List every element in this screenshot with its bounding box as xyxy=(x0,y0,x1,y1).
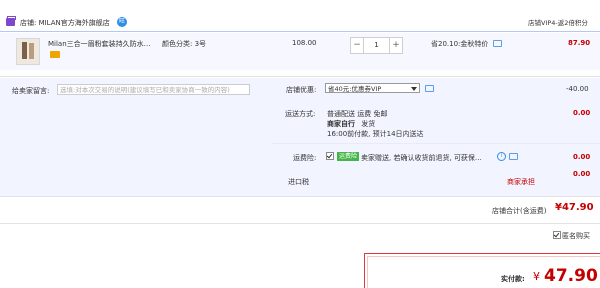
pay-currency: ¥ xyxy=(533,270,540,283)
quantity-input[interactable]: 1 xyxy=(364,38,389,53)
product-option: 颜色分类: 3号 xyxy=(162,40,207,48)
shipping-dispatch-rest: 发货 xyxy=(361,120,376,128)
pay-amount: 47.90 xyxy=(544,266,598,286)
chevron-down-icon xyxy=(411,87,417,91)
insurance-checkbox[interactable] xyxy=(326,152,334,160)
item-subtotal: 87.90 xyxy=(568,39,591,47)
shipping-label: 运送方式: xyxy=(285,110,316,118)
insurance-label: 运费险: xyxy=(293,154,317,162)
import-tax-label: 进口税 xyxy=(288,178,309,186)
discount-selected-value: 省40元:优惠券VIP xyxy=(328,85,382,93)
info-icon[interactable]: i xyxy=(497,152,506,161)
discount-label: 店铺优惠: xyxy=(286,86,317,94)
product-thumbnail[interactable] xyxy=(16,38,40,65)
store-total-amount: ¥47.90 xyxy=(555,202,594,213)
divider xyxy=(0,196,600,197)
insurance-description: 卖家赠送, 若确认收货前退货, 可获保… xyxy=(361,154,482,162)
seller-message-input[interactable]: 选填:对本次交易的说明(建议填写已和卖家协商一致的内容) xyxy=(57,84,250,95)
anonymous-checkbox[interactable] xyxy=(553,231,561,239)
insurance-tag: 运费险 xyxy=(337,152,360,161)
divider xyxy=(0,223,600,224)
insurance-amount: 0.00 xyxy=(573,153,591,161)
shipping-method: 普通配送 运费 免邮 xyxy=(327,110,388,118)
quantity-stepper[interactable]: − 1 + xyxy=(350,37,403,54)
discount-info-icon[interactable] xyxy=(425,85,434,92)
quantity-decrease-button[interactable]: − xyxy=(351,38,364,53)
import-tax-amount: 0.00 xyxy=(573,170,591,178)
pay-label: 实付款: xyxy=(501,275,525,283)
store-icon xyxy=(6,16,16,26)
divider xyxy=(0,31,600,32)
shipping-amount: 0.00 xyxy=(573,109,591,117)
discount-amount: -40.00 xyxy=(566,85,589,93)
store-total-label: 店铺合计(含运费) xyxy=(492,207,547,215)
card-icon xyxy=(50,51,60,58)
discount-select[interactable]: 省40元:优惠券VIP xyxy=(325,83,420,93)
divider xyxy=(0,76,600,77)
insurance-help-icon[interactable] xyxy=(509,153,518,160)
product-title[interactable]: Milan三合一眉粉套装持久防水… xyxy=(48,39,151,49)
divider xyxy=(272,143,600,144)
unit-price: 108.00 xyxy=(292,39,317,47)
import-tax-note: 商家承担 xyxy=(507,178,535,186)
quantity-increase-button[interactable]: + xyxy=(389,38,402,53)
shipping-dispatch: 商家自行 发货 xyxy=(327,119,375,129)
store-vip-level: 店铺VIP4-返2倍积分 xyxy=(528,19,588,27)
shipping-dispatch-strong: 商家自行 xyxy=(327,120,355,128)
anonymous-label[interactable]: 匿名购买 xyxy=(562,231,590,241)
store-name[interactable]: 店铺: MILAN官方海外旗舰店 xyxy=(20,18,110,28)
promo-detail-icon[interactable] xyxy=(493,40,502,47)
shipping-eta: 16:00前付款, 预计14日内送达 xyxy=(327,130,424,138)
chat-badge-icon[interactable]: 旺 xyxy=(117,17,127,27)
message-label: 给卖家留言: xyxy=(12,87,50,95)
item-promo: 省20.10:金秋特价 xyxy=(431,40,489,48)
